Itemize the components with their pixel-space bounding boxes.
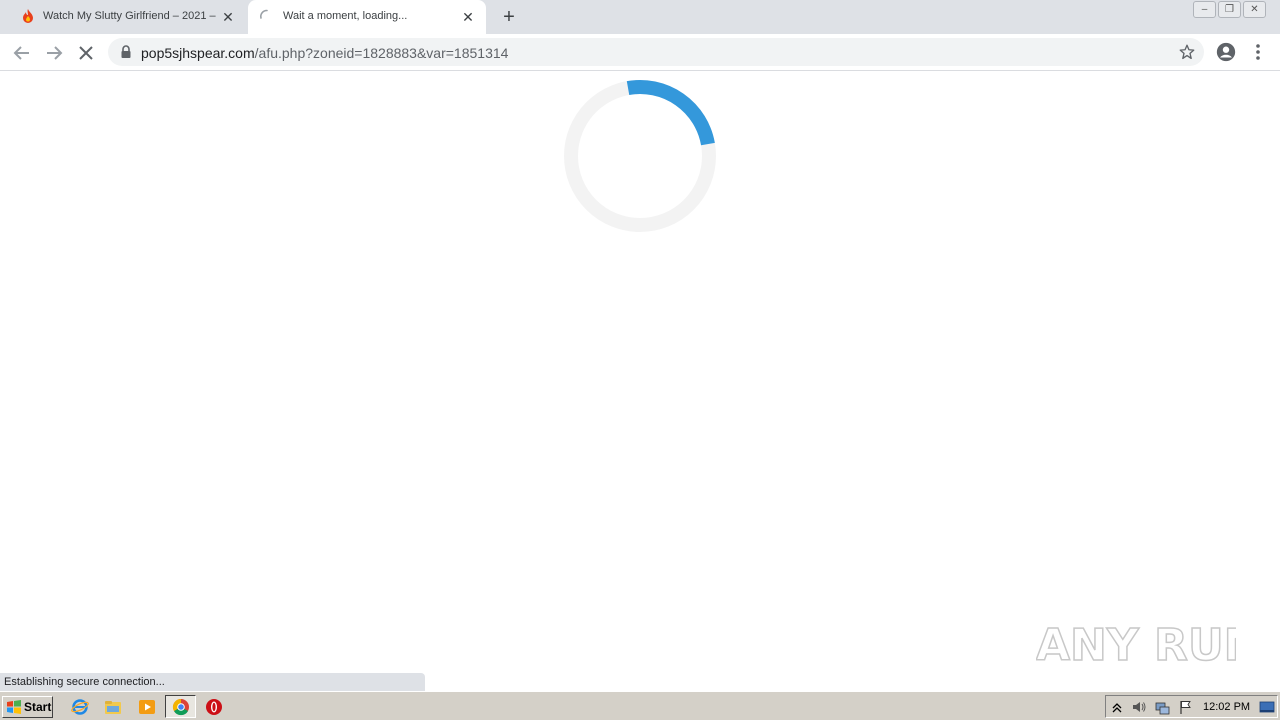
bookmark-star-icon[interactable] — [1178, 43, 1196, 61]
address-bar[interactable]: pop5sjhspear.com/afu.php?zoneid=1828883&… — [108, 38, 1204, 66]
tab-watch[interactable]: Watch My Slutty Girlfriend – 2021 – I ✕ — [8, 0, 246, 34]
spinner-arc — [564, 80, 716, 232]
restore-button[interactable]: ❐ — [1218, 1, 1241, 18]
back-arrow-icon[interactable] — [10, 41, 34, 65]
tab-strip: Watch My Slutty Girlfriend – 2021 – I ✕ … — [0, 0, 1280, 34]
browser-toolbar: pop5sjhspear.com/afu.php?zoneid=1828883&… — [0, 34, 1280, 71]
action-center-flag-icon[interactable] — [1178, 699, 1194, 715]
chrome-icon — [172, 698, 189, 716]
close-window-button[interactable]: ✕ — [1243, 1, 1266, 18]
show-desktop-icon[interactable] — [1259, 699, 1275, 715]
stop-loading-icon[interactable] — [74, 41, 98, 65]
tab-title: Watch My Slutty Girlfriend – 2021 – I — [43, 10, 218, 22]
system-tray: 12:02 PM — [1105, 695, 1278, 718]
fire-icon — [23, 9, 33, 23]
file-explorer-icon[interactable] — [104, 698, 122, 716]
tab-close-icon[interactable]: ✕ — [220, 9, 236, 25]
url-text[interactable]: pop5sjhspear.com/afu.php?zoneid=1828883&… — [141, 45, 508, 61]
start-button[interactable]: Start — [2, 696, 53, 718]
loading-spinner-icon — [260, 9, 268, 19]
forward-arrow-icon[interactable] — [42, 41, 66, 65]
watermark-text: ANY RUN — [1036, 620, 1236, 671]
window-controls: – ❐ ✕ — [1191, 1, 1266, 18]
url-host: pop5sjhspear.com — [141, 45, 255, 61]
tab-loading[interactable]: Wait a moment, loading... ✕ — [248, 0, 486, 34]
windows-logo-icon — [7, 700, 21, 714]
anyrun-watermark: ANY RUN — [1036, 619, 1236, 672]
lock-icon — [121, 45, 131, 58]
tab-close-icon[interactable]: ✕ — [460, 9, 476, 25]
chrome-taskbar-button[interactable] — [165, 695, 196, 718]
taskbar: Start 12:02 PM — [0, 691, 1280, 720]
loading-spinner — [564, 80, 716, 232]
tab-title: Wait a moment, loading... — [283, 10, 408, 22]
opera-icon[interactable] — [205, 698, 223, 716]
new-tab-button[interactable]: + — [499, 7, 519, 27]
media-player-icon[interactable] — [138, 698, 156, 716]
menu-kebab-icon[interactable] — [1251, 42, 1265, 62]
page-content: Establishing secure connection... ANY RU… — [0, 72, 1280, 691]
network-icon[interactable] — [1154, 699, 1170, 715]
internet-explorer-icon[interactable] — [71, 698, 89, 716]
profile-avatar-icon[interactable] — [1215, 41, 1237, 63]
status-bubble: Establishing secure connection... — [0, 673, 425, 691]
tray-expand-icon[interactable] — [1109, 699, 1125, 715]
volume-icon[interactable] — [1131, 699, 1147, 715]
url-path: /afu.php?zoneid=1828883&var=1851314 — [254, 45, 509, 61]
start-label: Start — [24, 700, 52, 714]
clock: 12:02 PM — [1203, 701, 1251, 713]
minimize-button[interactable]: – — [1193, 1, 1216, 18]
